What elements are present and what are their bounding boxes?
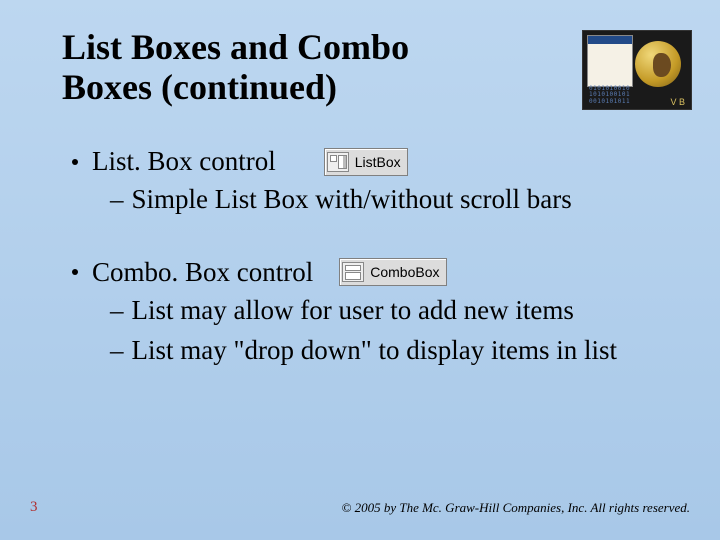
dash-icon: – xyxy=(110,335,124,365)
bullet-1-sub-1-text: Simple List Box with/without scroll bars xyxy=(132,184,572,214)
dash-icon: – xyxy=(110,295,124,325)
copyright: © 2005 by The Mc. Graw-Hill Companies, I… xyxy=(341,500,690,516)
bullet-2-sub-1: –List may allow for user to add new item… xyxy=(110,294,650,328)
bullet-2-sub-2: –List may "drop down" to display items i… xyxy=(110,334,650,368)
bullet-2-sub-2-text: List may "drop down" to display items in… xyxy=(132,335,618,365)
combobox-label: ComboBox xyxy=(370,264,439,280)
slide-title: List Boxes and Combo Boxes (continued) xyxy=(62,28,502,107)
combobox-icon xyxy=(342,262,364,282)
decorative-corner-graphic: 010101001010101001010010101011 V B xyxy=(582,30,692,110)
dash-icon: – xyxy=(110,184,124,214)
bullet-2-sub-1-text: List may allow for user to add new items xyxy=(132,295,574,325)
page-number: 3 xyxy=(30,499,38,516)
listbox-icon xyxy=(327,152,349,172)
globe-icon xyxy=(635,41,681,87)
bullet-1: List. Box control ListBox xyxy=(70,146,650,177)
slide: List Boxes and Combo Boxes (continued) 0… xyxy=(0,0,720,540)
bullet-2-text: Combo. Box control xyxy=(92,257,313,288)
listbox-toolbox-item: ListBox xyxy=(324,148,408,176)
bullet-dot-icon xyxy=(72,159,78,165)
bullet-dot-icon xyxy=(72,269,78,275)
vb-label: V B xyxy=(670,97,685,107)
binary-decor: 010101001010101001010010101011 xyxy=(589,86,630,105)
listbox-label: ListBox xyxy=(355,154,401,170)
bullet-1-text: List. Box control xyxy=(92,146,276,177)
mini-window-icon xyxy=(587,35,633,87)
bullet-1-sub-1: –Simple List Box with/without scroll bar… xyxy=(110,183,650,217)
combobox-toolbox-item: ComboBox xyxy=(339,258,446,286)
bullet-2: Combo. Box control ComboBox xyxy=(70,257,650,288)
slide-body: List. Box control ListBox –Simple List B… xyxy=(70,140,650,367)
